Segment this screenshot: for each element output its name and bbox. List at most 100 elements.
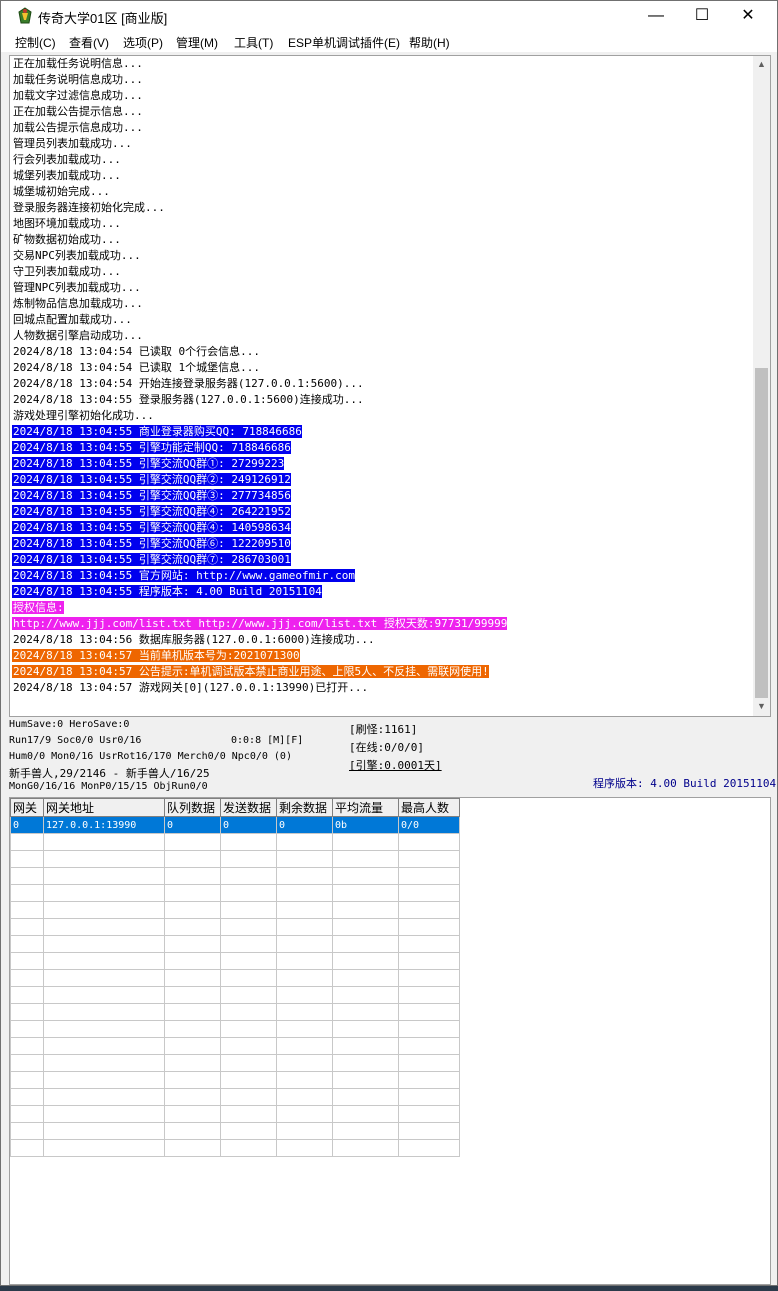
log-text: 2024/8/18 13:04:57 当前单机版本号为:2021071300 [12,649,300,662]
log-line: 登录服务器连接初始化完成... [10,200,754,216]
table-cell [43,935,165,953]
log-text: 2024/8/18 13:04:54 开始连接登录服务器(127.0.0.1:5… [13,377,364,390]
column-header[interactable]: 网关地址 [43,798,165,817]
table-cell [276,986,333,1004]
column-header[interactable]: 最高人数 [398,798,460,817]
table-row-empty [10,1105,460,1123]
table-cell [43,969,165,987]
table-cell [164,1037,221,1055]
table-cell [220,969,277,987]
table-cell [332,986,399,1004]
menu-tools[interactable]: 工具(T) [234,34,273,51]
log-text: 行会列表加载成功... [13,153,121,166]
table-cell [332,1088,399,1106]
log-text: 2024/8/18 13:04:55 引擎交流QQ群④: 264221952 [12,505,291,518]
log-line: 管理员列表加载成功... [10,136,754,152]
table-cell [332,1139,399,1157]
program-version: 程序版本: 4.00 Build 20151104 [593,777,777,790]
table-cell [164,935,221,953]
table-cell [43,833,165,851]
table-cell [43,901,165,919]
table-cell [164,1139,221,1157]
table-cell [332,918,399,936]
table-cell [398,1088,460,1106]
table-cell [220,901,277,919]
table-cell [43,1020,165,1038]
table-cell [332,952,399,970]
menu-esp-plugin[interactable]: ESP单机调试插件(E) [288,34,400,51]
table-cell [10,884,44,902]
maximize-button[interactable]: ☐ [679,1,725,31]
menu-view[interactable]: 查看(V) [69,34,109,51]
column-header[interactable]: 发送数据 [220,798,277,817]
table-row-empty [10,1020,460,1038]
log-line: 2024/8/18 13:04:55 引擎交流QQ群④: 264221952 [10,504,754,520]
table-cell [10,850,44,868]
log-line: http://www.jjj.com/list.txt http://www.j… [10,616,754,632]
table-cell [10,1054,44,1072]
minimize-button[interactable]: — [633,1,679,31]
log-text: 2024/8/18 13:04:55 程序版本: 4.00 Build 2015… [12,585,322,598]
table-cell [10,918,44,936]
table-cell: 0 [220,816,277,834]
status-time: 0:0:8 [M][F] [231,735,304,746]
log-line: 2024/8/18 13:04:57 公告提示:单机调试版本禁止商业用途、上限5… [10,664,754,680]
table-cell [276,1105,333,1123]
column-header[interactable]: 剩余数据 [276,798,333,817]
status-engine[interactable]: [引擎:0.0001天] [349,757,442,773]
log-text: 2024/8/18 13:04:55 引擎交流QQ群②: 249126912 [12,473,291,486]
table-cell [220,986,277,1004]
log-text: 2024/8/18 13:04:56 数据库服务器(127.0.0.1:6000… [13,633,375,646]
log-line: 2024/8/18 13:04:56 数据库服务器(127.0.0.1:6000… [10,632,754,648]
title-bar[interactable]: 传奇大学01区 [商业版] — ☐ ✕ [1,1,777,31]
table-cell: 0 [164,816,221,834]
table-row-empty [10,986,460,1004]
table-cell [43,1037,165,1055]
log-text: 2024/8/18 13:04:55 官方网站: http://www.game… [12,569,356,582]
table-row-empty [10,1122,460,1140]
table-cell [332,1003,399,1021]
table-cell [332,1071,399,1089]
menu-control[interactable]: 控制(C) [15,34,56,51]
column-header[interactable]: 网关 [10,798,44,817]
scroll-thumb[interactable] [755,368,768,698]
column-header[interactable]: 平均流量 [332,798,399,817]
column-header[interactable]: 队列数据 [164,798,221,817]
log-line: 2024/8/18 13:04:55 引擎交流QQ群①: 27299223 [10,456,754,472]
table-cell [220,1105,277,1123]
table-cell [43,1139,165,1157]
log-text: 守卫列表加载成功... [13,265,121,278]
log-line: 行会列表加载成功... [10,152,754,168]
table-cell [332,867,399,885]
log-line: 2024/8/18 13:04:55 官方网站: http://www.game… [10,568,754,584]
table-cell [10,1122,44,1140]
log-text: 管理员列表加载成功... [13,137,132,150]
table-row-empty [10,1139,460,1157]
log-line: 正在加载公告提示信息... [10,104,754,120]
table-cell [398,833,460,851]
table-cell [398,1105,460,1123]
table-cell [398,867,460,885]
table-row-empty [10,884,460,902]
table-cell [332,1020,399,1038]
scroll-up-icon[interactable]: ▲ [753,56,770,73]
log-text: http://www.jjj.com/list.txt http://www.j… [12,617,508,630]
table-cell [332,1105,399,1123]
menu-manage[interactable]: 管理(M) [176,34,218,51]
log-text: 2024/8/18 13:04:57 游戏网关[0](127.0.0.1:139… [13,681,369,694]
table-cell [220,918,277,936]
table-cell [43,1122,165,1140]
app-icon [18,7,32,24]
table-row[interactable]: 0 127.0.0.1:13990 0 0 0 0b 0/0 [10,816,460,834]
table-row-empty [10,918,460,936]
menu-options[interactable]: 选项(P) [123,34,163,51]
scroll-down-icon[interactable]: ▼ [753,698,770,715]
table-cell [220,1020,277,1038]
log-text: 加载文字过滤信息成功... [13,89,143,102]
close-button[interactable]: ✕ [725,1,771,31]
table-cell [276,1003,333,1021]
menu-help[interactable]: 帮助(H) [409,34,450,51]
log-area[interactable]: 正在加载任务说明信息... 加载任务说明信息成功... 加载文字过滤信息成功... 正… [9,55,755,717]
log-scrollbar[interactable]: ▲ ▼ [753,55,771,717]
table-cell [398,1139,460,1157]
